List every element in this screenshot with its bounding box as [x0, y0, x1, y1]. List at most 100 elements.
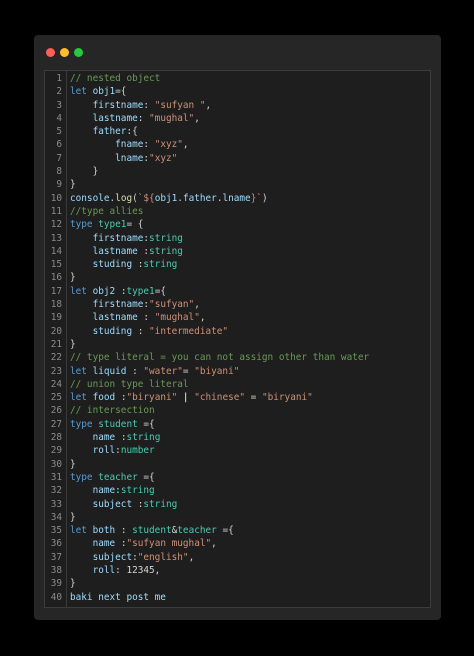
line-number: 11 [50, 205, 62, 217]
code-token: // intersection [70, 405, 155, 417]
line-text: } [62, 178, 76, 191]
code-line: 17 let obj2 :type1={ [45, 285, 430, 298]
line-number: 20 [50, 325, 62, 337]
line-text: // type literal = you can not assign oth… [62, 351, 369, 364]
line-number: 33 [50, 498, 62, 510]
line-text: roll: 12345, [62, 564, 161, 577]
code-token: , [188, 551, 195, 563]
code-line: 5 father:{ [45, 125, 430, 138]
line-text: subject:"english", [62, 551, 195, 564]
line-text: lastname : "mughal", [62, 311, 206, 324]
code-line: 7 lname:"xyz" [45, 152, 430, 165]
code-token: subject [92, 551, 133, 563]
line-number: 32 [50, 485, 62, 497]
code-token: subject [92, 498, 138, 510]
code-token: type [70, 219, 99, 231]
code-token: = [182, 365, 195, 377]
code-token: ={ [143, 418, 155, 430]
code-editor[interactable]: 1// nested object 2 let obj1={3 firstname:… [44, 70, 431, 608]
line-number: 38 [50, 564, 62, 576]
code-token: lastname [92, 312, 144, 324]
code-token: :{ [126, 126, 138, 138]
code-token: "intermediate" [149, 325, 229, 337]
line-number: 35 [50, 525, 62, 537]
code-token: obj1 [92, 86, 116, 98]
code-token: ={ [115, 86, 127, 98]
code-line: 16} [45, 271, 430, 284]
code-line: 35 let both : student&teacher ={ [45, 524, 430, 537]
code-token: : [137, 112, 150, 124]
code-token: name [92, 538, 121, 550]
code-token: string [149, 245, 183, 257]
code-token: | [177, 392, 195, 404]
line-text: // nested object [62, 72, 160, 85]
line-number: 7 [56, 152, 62, 164]
code-token: : 12345, [115, 564, 161, 576]
code-line: 32 name:string [45, 484, 430, 497]
close-dot-icon[interactable] [46, 48, 55, 57]
minimize-dot-icon[interactable] [60, 48, 69, 57]
code-token: student [98, 418, 144, 430]
line-number: 12 [50, 219, 62, 231]
line-number: 6 [56, 139, 62, 151]
code-token: } [70, 578, 76, 590]
code-token: let [70, 392, 93, 404]
code-token: roll [92, 445, 116, 457]
code-token: , [194, 299, 200, 311]
code-line: 6 fname: "xyz", [45, 138, 430, 151]
line-number: 23 [50, 365, 62, 377]
code-token: , [205, 99, 212, 111]
code-token: let [70, 86, 93, 98]
code-line: 27 type student ={ [45, 418, 430, 431]
code-line: 18 firstname:"sufyan", [45, 298, 430, 311]
code-token: "sufyan " [154, 99, 206, 111]
code-token: // nested object [70, 73, 161, 84]
line-text: } [62, 165, 99, 178]
line-text: roll:number [62, 444, 155, 457]
code-token: ) [262, 192, 268, 204]
line-number: 2 [56, 86, 62, 98]
code-token: = [245, 392, 262, 404]
line-text: baki next post me [62, 591, 166, 604]
maximize-dot-icon[interactable] [74, 48, 83, 57]
line-number: 39 [50, 578, 62, 590]
code-token: } [70, 458, 76, 470]
line-text: father:{ [62, 125, 138, 138]
code-token: type1 [98, 219, 127, 231]
line-text: // union type literal [62, 378, 189, 391]
code-line: 40 baki next post me [45, 591, 430, 604]
line-number: 9 [56, 179, 62, 191]
line-text: fname: "xyz", [62, 138, 189, 151]
code-line: 21} [45, 338, 430, 351]
code-token: baki next post me [70, 591, 166, 603]
line-number: 26 [50, 405, 62, 417]
code-token: , [182, 139, 189, 151]
code-token: lname [222, 192, 251, 204]
code-token: student [132, 525, 172, 537]
line-number: 4 [56, 112, 62, 124]
code-line: 9} [45, 178, 430, 191]
line-text: name :"sufyan mughal", [62, 537, 217, 550]
code-line: 10 console.log(`${obj1.father.lname}`) [45, 192, 430, 205]
code-token: : [143, 312, 155, 324]
code-token: : [143, 139, 155, 151]
code-token: type [70, 471, 99, 483]
line-text: } [62, 577, 76, 590]
line-text: let food :"biryani" | "chinese" = "birya… [62, 391, 313, 404]
code-token: lname [115, 152, 144, 164]
code-token: father [92, 126, 127, 138]
code-token: : [120, 525, 133, 537]
code-line: 38 roll: 12345, [45, 564, 430, 577]
line-text: type student ={ [62, 418, 155, 431]
line-number: 13 [50, 232, 62, 244]
line-number: 34 [50, 511, 62, 523]
code-line: 11 //type allies [45, 205, 430, 218]
